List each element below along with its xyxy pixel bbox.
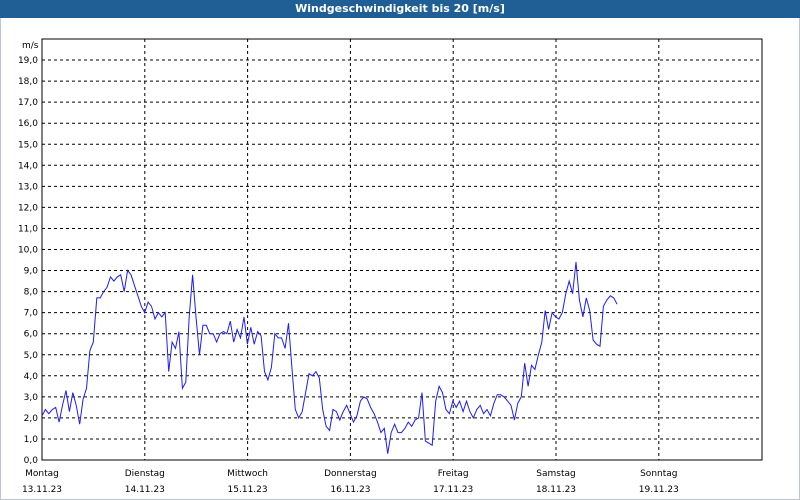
x-tick-date: 19.11.23 [639, 485, 679, 495]
y-tick-label: 13,0 [18, 182, 38, 192]
y-tick-label: 10,0 [18, 246, 38, 256]
x-tick-date: 14.11.23 [125, 485, 165, 495]
x-tick-date: 18.11.23 [536, 485, 576, 495]
y-tick-label: 19,0 [18, 56, 38, 66]
x-axis-ticks: Montag 13.11.23 Dienstag 14.11.23 Mittwoch 15… [22, 469, 679, 495]
y-tick-label: 15,0 [18, 140, 38, 150]
y-tick-label: 6,0 [24, 330, 39, 340]
x-tick-day: Donnerstag [324, 469, 377, 479]
y-tick-label: 7,0 [24, 309, 39, 319]
y-tick-label: 16,0 [18, 119, 38, 129]
x-tick-day: Freitag [438, 469, 469, 479]
x-tick-date: 13.11.23 [22, 485, 62, 495]
x-tick-day: Samstag [536, 469, 575, 479]
x-tick-day: Mittwoch [227, 469, 268, 479]
y-tick-label: 14,0 [18, 161, 38, 171]
y-tick-label: 12,0 [18, 203, 38, 213]
y-axis-label: m/s [22, 41, 39, 51]
y-tick-label: 4,0 [24, 372, 39, 382]
y-tick-label: 9,0 [24, 267, 39, 277]
y-tick-label: 18,0 [18, 77, 38, 87]
y-tick-label: 5,0 [24, 351, 39, 361]
x-tick-date: 16.11.23 [330, 485, 370, 495]
y-axis-ticks: 0,0 1,0 2,0 3,0 4,0 5,0 6,0 7,0 8,0 9,0 10,0 11,0 12… [18, 56, 38, 466]
x-tick-date: 15.11.23 [228, 485, 268, 495]
y-tick-label: 1,0 [24, 435, 39, 445]
grid-lines [42, 39, 762, 460]
x-tick-date: 17.11.23 [433, 485, 473, 495]
y-tick-label: 8,0 [24, 288, 39, 298]
series-line [41, 262, 618, 454]
y-tick-label: 17,0 [18, 98, 38, 108]
y-tick-label: 2,0 [24, 414, 39, 424]
y-tick-label: 3,0 [24, 393, 39, 403]
y-tick-label: 0,0 [24, 456, 39, 466]
x-tick-day: Montag [25, 469, 59, 479]
wind-speed-chart: 0,0 1,0 2,0 3,0 4,0 5,0 6,0 7,0 8,0 9,0 10,0 11,0 12… [18, 38, 763, 495]
x-tick-day: Dienstag [125, 469, 165, 479]
x-tick-day: Sonntag [640, 469, 677, 479]
y-tick-label: 11,0 [18, 224, 38, 234]
